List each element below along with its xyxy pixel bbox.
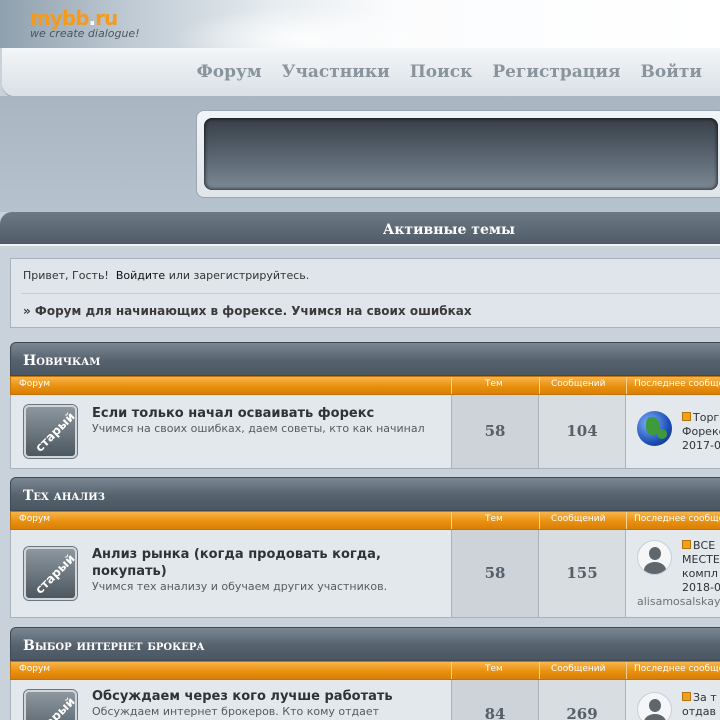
column-headers: Форум Тем Сообщений Последнее сообщение [10,661,720,680]
category-header: Новичкам [10,342,720,376]
col-last-post: Последнее сообщение [634,514,720,524]
last-post-link-cont[interactable]: Форекс [682,425,720,439]
col-topics: Тем [485,379,503,389]
board-title: » Форум для начинающих в форексе. Учимся… [23,304,472,318]
welcome-divider [21,293,720,294]
col-posts: Сообщений [551,664,606,674]
mybb-logo[interactable]: mybb.ru we create dialogue! [30,6,140,40]
main-navigation: Форум Участники Поиск Регистрация Войти [2,48,720,96]
forum-title-link[interactable]: Если только начал осваивать форекс [92,405,374,422]
new-post-icon [682,412,691,421]
column-headers: Форум Тем Сообщений Последнее сообщение [10,376,720,395]
forum-description: Обсуждаем интернет брокеров. Кто кому от… [92,705,380,718]
category-title[interactable]: Тех анализ [23,488,105,504]
category-title[interactable]: Новичкам [23,353,100,369]
greeting-text: Привет, Гость! [23,269,109,282]
category-header: Тех анализ [10,477,720,511]
forum-title-link[interactable]: Анлиз рынка (когда продовать когда, покуп… [92,546,381,580]
col-last-post: Последнее сообщение [634,379,720,389]
col-topics: Тем [485,664,503,674]
topics-count: 84 [451,680,539,720]
forum-title-link[interactable]: Обсуждаем через кого лучше работать [92,688,393,705]
category-title[interactable]: Выбор интернет брокера [23,638,205,654]
logo-tagline: we create dialogue! [30,27,140,40]
banner-frame [196,110,720,198]
nav-members[interactable]: Участники [282,62,390,82]
active-topics-link[interactable]: Активные темы [205,222,515,238]
category-tech-analysis: Тех анализ Форум Тем Сообщений Последнее… [10,477,720,618]
new-post-icon [682,540,691,549]
category-broker-choice: Выбор интернет брокера Форум Тем Сообщен… [10,627,720,720]
forum-status-icon: старый [24,547,77,600]
nav-login[interactable]: Войти [641,62,702,82]
login-link[interactable]: Войдите [116,269,165,282]
col-topics: Тем [485,514,503,524]
user-avatar[interactable] [637,540,672,575]
col-posts: Сообщений [551,379,606,389]
register-link[interactable]: зарегистрируйтесь. [194,269,310,282]
last-post-link-cont[interactable]: МЕСТЕ [682,553,720,567]
nav-search[interactable]: Поиск [410,62,473,82]
last-post-link-cont2[interactable]: компл [682,567,718,581]
nav-forum[interactable]: Форум [197,62,262,82]
last-post-cell: За т отдав [626,680,720,720]
category-header: Выбор интернет брокера [10,627,720,661]
last-post-author[interactable]: alisamosalskay [637,595,720,608]
last-post-date: 2018-0 [682,581,720,594]
forum-description: Учимся на своих ошибках, даем советы, кт… [92,422,425,435]
posts-count: 104 [539,395,626,468]
last-post-link[interactable]: ВСЕ [682,539,715,553]
new-post-icon [682,692,691,701]
forum-status-icon: старый [24,690,77,720]
user-avatar[interactable] [637,692,672,720]
col-forum: Форум [19,664,51,674]
posts-count: 269 [539,680,626,720]
forum-row: старый Если только начал осваивать форек… [10,395,720,469]
or-text: или [168,269,191,282]
nav-register[interactable]: Регистрация [492,62,620,82]
banner-placeholder [204,118,718,190]
category-novice: Новичкам Форум Тем Сообщений Последнее с… [10,342,720,469]
last-post-cell: Торг Форекс 2017-0 [626,395,720,468]
last-post-link[interactable]: За т [682,691,717,705]
column-headers: Форум Тем Сообщений Последнее сообщение [10,511,720,530]
last-post-link-cont[interactable]: отдав [682,705,716,719]
last-post-cell: ВСЕ МЕСТЕ компл 2018-0 alisamosalskay [626,530,720,617]
col-posts: Сообщений [551,514,606,524]
site-header: mybb.ru we create dialogue! [0,0,720,48]
welcome-box: Привет, Гость! Войдите или зарегистрируй… [10,258,720,328]
globe-avatar[interactable] [637,411,672,446]
topics-count: 58 [451,395,539,468]
col-last-post: Последнее сообщение [634,664,720,674]
topics-count: 58 [451,530,539,617]
header-clouds-decoration [150,0,410,48]
col-forum: Форум [19,514,51,524]
last-post-link[interactable]: Торг [682,411,719,425]
col-forum: Форум [19,379,51,389]
last-post-date: 2017-0 [682,439,720,452]
welcome-line: Привет, Гость! Войдите или зарегистрируй… [23,269,309,282]
banner-area [0,96,720,212]
forum-row: старый Анлиз рынка (когда продовать когд… [10,530,720,618]
forum-description: Учимся тех анализу и обучаем других учас… [92,580,388,593]
active-topics-bar[interactable]: Активные темы [0,212,720,246]
posts-count: 155 [539,530,626,617]
forum-row: старый Обсуждаем через кого лучше работа… [10,680,720,720]
forum-status-icon: старый [24,405,77,458]
